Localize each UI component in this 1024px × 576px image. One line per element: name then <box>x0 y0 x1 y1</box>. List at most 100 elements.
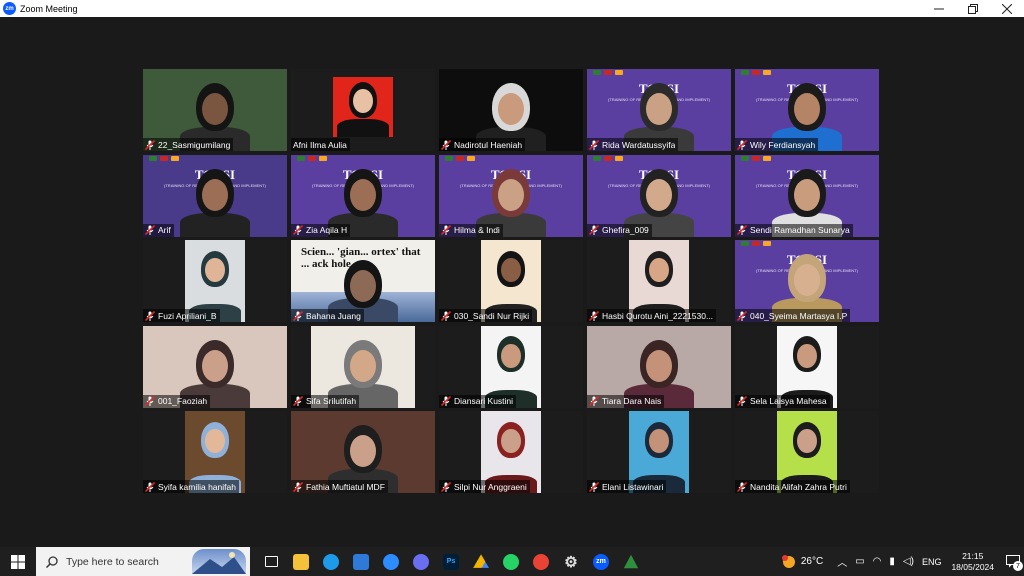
chevron-up-icon[interactable]: ︿ <box>837 554 847 569</box>
participant-tile[interactable]: Afni Ilma Aulia <box>291 69 435 151</box>
participant-name-bar: Fuzi Apriliani_B <box>143 309 220 322</box>
participant-name: Rida Wardatussyifa <box>602 139 676 150</box>
taskbar-app-button[interactable] <box>616 547 646 576</box>
edge-icon <box>323 553 339 570</box>
participant-tile[interactable]: Nandita Alifah Zahra Putri <box>735 411 879 493</box>
participant-face <box>498 93 524 125</box>
participant-tile[interactable]: Hasbi Qurotu Aini_2221530... <box>587 240 731 322</box>
participant-tile[interactable]: Nadirotul Haeniah <box>439 69 583 151</box>
banner-logos <box>593 155 623 161</box>
weather-icon[interactable] <box>781 554 797 570</box>
participant-tile[interactable]: TORSI(TRAINING OF RESEARCH, STUDY, AND I… <box>587 69 731 151</box>
participant-tile[interactable]: Tiara Dara Nais <box>587 325 731 408</box>
taskbar-app-button[interactable]: ⚙ <box>556 547 586 576</box>
participant-tile[interactable]: Elani Listawinari <box>587 411 731 493</box>
battery-icon[interactable]: ▭ <box>855 556 864 567</box>
participant-face <box>646 178 672 211</box>
participant-name: Nadirotul Haeniah <box>454 139 523 150</box>
participant-tile[interactable]: Diansari Kustini <box>439 325 583 408</box>
taskbar-app-button[interactable] <box>346 547 376 576</box>
logo-icon <box>297 155 305 161</box>
participant-tile[interactable]: Syifa kamilia hanifah <box>143 411 287 493</box>
logo-icon <box>456 155 464 161</box>
volume-icon[interactable]: ◁) <box>903 556 914 567</box>
participant-tile[interactable]: 030_Sandi Nur Rijki <box>439 240 583 322</box>
participant-tile[interactable]: TORSI(TRAINING OF RESEARCH, STUDY, AND I… <box>439 154 583 237</box>
notification-count-badge: 7 <box>1013 561 1023 571</box>
banner-logos <box>297 155 327 161</box>
participant-tile[interactable]: TORSI(TRAINING OF RESEARCH, STUDY, AND I… <box>735 69 879 151</box>
taskbar-app-button[interactable] <box>376 547 406 576</box>
participant-tile[interactable]: Scien... 'gian... ortex' that ... ack ho… <box>291 240 435 322</box>
restore-button[interactable] <box>956 0 990 17</box>
participant-tile[interactable]: TORSI(TRAINING OF RESEARCH, STUDY, AND I… <box>735 240 879 322</box>
taskbar-app-button[interactable]: Ps <box>436 547 466 576</box>
participant-tile[interactable]: TORSI(TRAINING OF RESEARCH, STUDY, AND I… <box>735 154 879 237</box>
participant-face <box>646 349 672 382</box>
clock[interactable]: 21:15 18/05/2024 <box>951 551 994 573</box>
network-icon[interactable]: ◠ <box>873 556 882 567</box>
participant-tile[interactable]: Sifa Srilutifah <box>291 325 435 408</box>
taskbar-app-button[interactable] <box>526 547 556 576</box>
taskbar-app-button[interactable] <box>466 547 496 576</box>
mic-muted-icon <box>589 481 599 492</box>
language-indicator[interactable]: ENG <box>922 557 942 567</box>
participant-tile[interactable]: Fuzi Apriliani_B <box>143 240 287 322</box>
logo-icon <box>319 155 327 161</box>
taskbar-app-button[interactable] <box>286 547 316 576</box>
close-button[interactable] <box>990 0 1024 17</box>
participant-name: Fathia Muftiatul MDF <box>306 481 385 492</box>
taskbar-app-button[interactable] <box>256 547 286 576</box>
minimize-icon <box>934 8 944 9</box>
participant-name: 001_Faoziah <box>158 396 208 406</box>
close-icon <box>1002 3 1012 14</box>
participant-tile[interactable]: Silpi Nur Anggraeni <box>439 411 583 493</box>
mic-muted-icon <box>737 225 747 235</box>
mic-muted-icon <box>145 481 155 492</box>
participant-name-bar: 030_Sandi Nur Rijki <box>439 309 533 322</box>
mic-muted-icon <box>589 310 599 321</box>
participant-face <box>202 178 228 211</box>
taskbar-app-button[interactable] <box>406 547 436 576</box>
participant-name-bar: Sendi Ramadhan Sunarya <box>735 223 853 237</box>
participant-name-bar: Elani Listawinari <box>587 480 667 493</box>
zoom-app-icon: zm <box>593 553 609 570</box>
participant-name-bar: 040_Syeima Martasya I.P <box>735 309 851 322</box>
mic-muted-icon <box>737 139 747 150</box>
taskbar-search-input[interactable]: Type here to search <box>36 547 250 576</box>
microphone-icon[interactable]: ▮ <box>889 556 895 567</box>
participant-tile[interactable]: 001_Faoziah <box>143 325 287 408</box>
taskbar-app-button[interactable] <box>496 547 526 576</box>
mic-muted-icon <box>737 396 747 406</box>
participant-tile[interactable]: TORSI(TRAINING OF RESEARCH, STUDY, AND I… <box>587 154 731 237</box>
participant-name: Sifa Srilutifah <box>306 396 357 406</box>
windows-logo-icon <box>11 554 25 569</box>
participant-tile[interactable]: Fathia Muftiatul MDF <box>291 411 435 493</box>
participant-name-bar: Sela Laisya Mahesa <box>735 394 830 408</box>
banner-logos <box>593 70 623 75</box>
weather-temperature[interactable]: 26°C <box>801 556 823 567</box>
mic-muted-icon <box>441 225 451 235</box>
participant-name-bar: Afni Ilma Aulia <box>291 138 350 151</box>
taskbar-app-button[interactable] <box>316 547 346 576</box>
participant-tile[interactable]: TORSI(TRAINING OF RESEARCH, STUDY, AND I… <box>143 154 287 237</box>
participant-name: Diansari Kustini <box>454 396 514 406</box>
mic-muted-icon <box>589 396 599 406</box>
participant-tile[interactable]: 22_Sasmigumilang <box>143 69 287 151</box>
participant-face <box>350 270 376 302</box>
search-highlight-image <box>192 549 246 574</box>
participant-name: Afni Ilma Aulia <box>293 139 347 150</box>
logo-icon <box>149 155 157 161</box>
mic-muted-icon <box>293 396 303 406</box>
participant-tile[interactable]: TORSI(TRAINING OF RESEARCH, STUDY, AND I… <box>291 154 435 237</box>
participant-name-bar: Bahana Juang <box>291 309 364 322</box>
taskbar-app-button[interactable]: zm <box>586 547 616 576</box>
participant-face <box>350 435 376 467</box>
clock-date: 18/05/2024 <box>951 561 994 572</box>
start-button[interactable] <box>0 547 36 576</box>
restore-icon <box>968 3 978 14</box>
participant-tile[interactable]: Sela Laisya Mahesa <box>735 325 879 408</box>
logo-icon <box>615 155 623 161</box>
notification-center-button[interactable]: 7 <box>1002 547 1024 576</box>
minimize-button[interactable] <box>922 0 956 17</box>
